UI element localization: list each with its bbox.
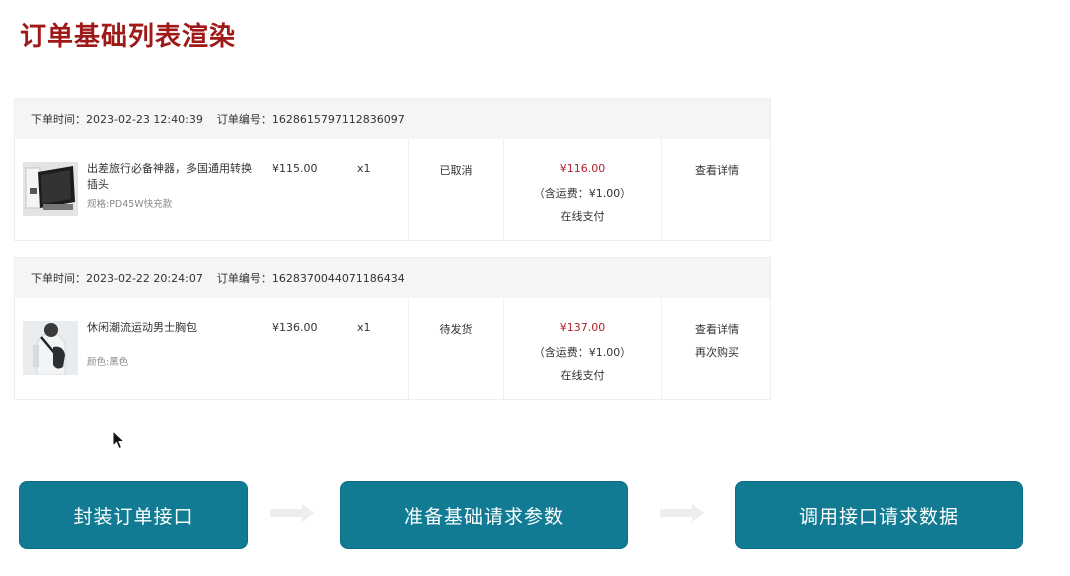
order-card: 下单时间：2023-02-23 12:40:39 订单编号：1628615797…: [14, 98, 771, 241]
status-column: 已取消: [408, 139, 503, 240]
arrow-right-icon: [660, 502, 704, 528]
flow-step-call-api-button[interactable]: 调用接口请求数据: [735, 481, 1023, 549]
total-column: ¥116.00 （含运费：¥1.00） 在线支付: [503, 139, 661, 240]
chest-bag-product-image[interactable]: [23, 321, 78, 375]
action-column: 查看详情 再次购买: [661, 298, 772, 399]
action-column: 查看详情: [661, 139, 772, 240]
flow-step-prepare-params-button[interactable]: 准备基础请求参数: [340, 481, 628, 549]
order-time-value: 2023-02-22 20:24:07: [86, 272, 203, 285]
goods-quantity: x1: [357, 321, 371, 334]
order-time: 下单时间：2023-02-23 12:40:39: [31, 111, 203, 127]
order-status: 已取消: [439, 164, 473, 177]
order-body: 出差旅行必备神器，多国通用转换插头 规格:PD45W快充款 ¥115.00 x1…: [15, 139, 770, 240]
view-detail-link[interactable]: 查看详情: [662, 321, 772, 337]
order-time-value: 2023-02-23 12:40:39: [86, 113, 203, 126]
order-body: 休闲潮流运动男士胸包 颜色:黑色 ¥136.00 x1 待发货 ¥137.00 …: [15, 298, 770, 399]
total-column: ¥137.00 （含运费：¥1.00） 在线支付: [503, 298, 661, 399]
order-number-value: 1628370044071186434: [271, 272, 405, 285]
order-number-label: 订单编号：: [216, 272, 272, 285]
goods-spec: 颜色:黑色: [87, 357, 129, 368]
order-time-label: 下单时间：: [31, 113, 86, 126]
order-number: 订单编号：1628615797112836097: [217, 111, 405, 127]
order-header: 下单时间：2023-02-23 12:40:39 订单编号：1628615797…: [15, 99, 770, 139]
buy-again-link[interactable]: 再次购买: [662, 344, 772, 360]
view-detail-link[interactable]: 查看详情: [662, 162, 772, 178]
order-header: 下单时间：2023-02-22 20:24:07 订单编号：1628370044…: [15, 258, 770, 298]
mouse-cursor-icon: [112, 429, 126, 454]
goods-name[interactable]: 休闲潮流运动男士胸包: [87, 320, 252, 336]
order-total: ¥116.00: [559, 162, 606, 175]
order-status: 待发货: [439, 323, 473, 336]
shipping-fee: （含运费：¥1.00）: [533, 187, 632, 200]
goods-price: ¥115.00: [272, 162, 318, 175]
goods-name[interactable]: 出差旅行必备神器，多国通用转换插头: [87, 161, 252, 193]
goods-price: ¥136.00: [272, 321, 318, 334]
pay-type: 在线支付: [560, 210, 605, 223]
goods-quantity: x1: [357, 162, 371, 175]
order-number-value: 1628615797112836097: [271, 113, 405, 126]
order-time-label: 下单时间：: [31, 272, 86, 285]
order-total: ¥137.00: [559, 321, 606, 334]
pay-type: 在线支付: [560, 369, 605, 382]
travel-adapter-product-image[interactable]: [23, 162, 78, 216]
arrow-right-icon: [270, 502, 314, 528]
order-number-label: 订单编号：: [216, 113, 272, 126]
flow-step-wrap-api-button[interactable]: 封装订单接口: [19, 481, 248, 549]
order-card: 下单时间：2023-02-22 20:24:07 订单编号：1628370044…: [14, 257, 771, 400]
goods-spec: 规格:PD45W快充款: [87, 199, 173, 210]
order-time: 下单时间：2023-02-22 20:24:07: [31, 270, 203, 286]
page-title: 订单基础列表渲染: [20, 22, 237, 52]
shipping-fee: （含运费：¥1.00）: [533, 346, 632, 359]
status-column: 待发货: [408, 298, 503, 399]
order-number: 订单编号：1628370044071186434: [217, 270, 405, 286]
